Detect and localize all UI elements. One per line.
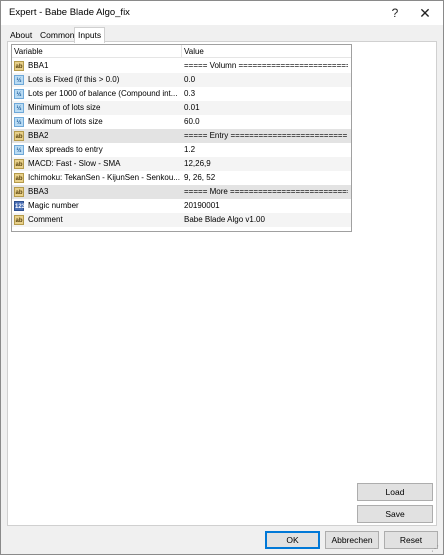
variable-name: BBA2 [28, 131, 49, 140]
ok-button[interactable]: OK [265, 531, 320, 549]
table-row[interactable]: ½ Max spreads to entry 1.2 [12, 143, 351, 157]
grid-header: Variable Value [12, 45, 351, 58]
variable-name: MACD: Fast - Slow - SMA [28, 159, 121, 168]
table-row[interactable]: ab MACD: Fast - Slow - SMA 12,26,9 [12, 157, 351, 171]
table-row[interactable]: ½ Lots is Fixed (if this > 0.0) 0.0 [12, 73, 351, 87]
variable-name: Maximum of lots size [28, 117, 103, 126]
variable-name: BBA1 [28, 61, 49, 70]
variable-value[interactable]: ===== Volumn =========================..… [184, 59, 348, 73]
string-type-icon: ab [14, 131, 24, 141]
variable-value[interactable]: 9, 26, 52 [184, 171, 348, 185]
integer-type-icon: 123 [14, 201, 25, 211]
variable-value[interactable]: 12,26,9 [184, 157, 348, 171]
column-header-value[interactable]: Value [184, 45, 204, 58]
variable-name: Lots per 1000 of balance (Compound int..… [28, 89, 178, 98]
table-row[interactable]: ½ Minimum of lots size 0.01 [12, 101, 351, 115]
string-type-icon: ab [14, 187, 24, 197]
variable-name: BBA3 [28, 187, 49, 196]
variable-name: Magic number [28, 201, 79, 210]
help-icon[interactable]: ? [379, 1, 411, 25]
variable-name: Minimum of lots size [28, 103, 101, 112]
double-type-icon: ½ [14, 145, 24, 155]
double-type-icon: ½ [14, 89, 24, 99]
column-header-variable[interactable]: Variable [14, 45, 43, 58]
double-type-icon: ½ [14, 117, 24, 127]
variable-value[interactable]: ===== Entry ========================= [184, 129, 348, 143]
table-row[interactable]: ab BBA3 ===== More =====================… [12, 185, 351, 199]
variable-value[interactable]: ===== More ========================== [184, 185, 348, 199]
string-type-icon: ab [14, 159, 24, 169]
resize-grip-icon[interactable]: ⋰ [431, 544, 441, 554]
expert-dialog: Expert - Babe Blade Algo_fix ? ✕ About C… [0, 0, 444, 555]
string-type-icon: ab [14, 173, 24, 183]
table-row[interactable]: ½ Maximum of lots size 60.0 [12, 115, 351, 129]
variable-value[interactable]: 0.0 [184, 73, 348, 87]
table-row[interactable]: ab BBA1 ===== Volumn ===================… [12, 59, 351, 73]
load-button[interactable]: Load [357, 483, 433, 501]
variable-value[interactable]: 60.0 [184, 115, 348, 129]
close-icon[interactable]: ✕ [409, 1, 441, 25]
column-divider[interactable] [181, 45, 182, 58]
variable-value[interactable]: 20190001 [184, 199, 348, 213]
tab-inputs[interactable]: Inputs [74, 27, 106, 43]
variable-value[interactable]: 1.2 [184, 143, 348, 157]
table-row[interactable]: ½ Lots per 1000 of balance (Compound int… [12, 87, 351, 101]
title-bar: Expert - Babe Blade Algo_fix ? ✕ [1, 1, 443, 25]
variable-value[interactable]: 0.3 [184, 87, 348, 101]
save-button[interactable]: Save [357, 505, 433, 523]
reset-button[interactable]: Reset [384, 531, 438, 549]
variable-name: Max spreads to entry [28, 145, 103, 154]
variable-name: Ichimoku: TekanSen - KijunSen - Senkou..… [28, 173, 180, 182]
string-type-icon: ab [14, 61, 24, 71]
inputs-grid: Variable Value ab BBA1 ===== Volumn ====… [11, 44, 352, 232]
string-type-icon: ab [14, 215, 24, 225]
table-row[interactable]: ab Ichimoku: TekanSen - KijunSen - Senko… [12, 171, 351, 185]
table-row[interactable]: ab BBA2 ===== Entry ====================… [12, 129, 351, 143]
table-row[interactable]: ab Comment Babe Blade Algo v1.00 [12, 213, 351, 227]
variable-value[interactable]: 0.01 [184, 101, 348, 115]
variable-value[interactable]: Babe Blade Algo v1.00 [184, 213, 348, 227]
table-row[interactable]: 123 Magic number 20190001 [12, 199, 351, 213]
double-type-icon: ½ [14, 103, 24, 113]
variable-name: Lots is Fixed (if this > 0.0) [28, 75, 120, 84]
window-title: Expert - Babe Blade Algo_fix [9, 7, 130, 18]
cancel-button[interactable]: Abbrechen [325, 531, 379, 549]
tab-strip: About Common Inputs [7, 27, 437, 43]
variable-name: Comment [28, 215, 63, 224]
double-type-icon: ½ [14, 75, 24, 85]
